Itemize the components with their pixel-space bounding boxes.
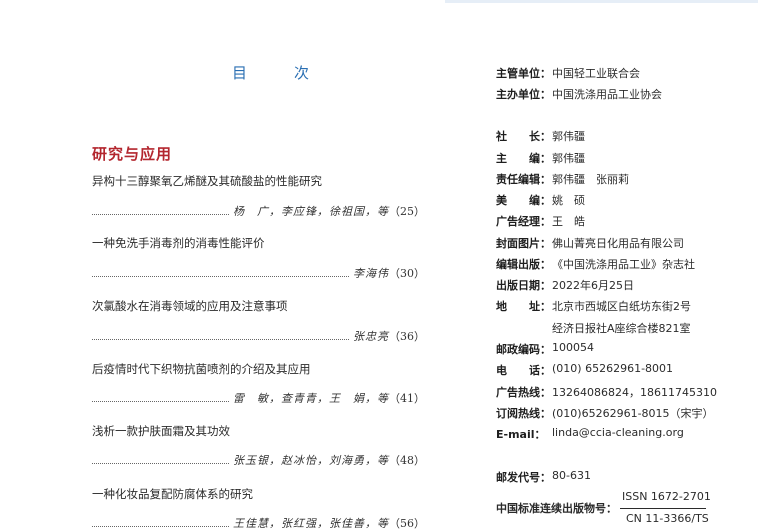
entry-authors: 杨 广，李应锋，徐祖国，等 <box>233 205 389 218</box>
entry-author-line: 雷 敏，查青青，王 娟，等 （41） <box>92 390 425 406</box>
leader-dots <box>92 462 229 464</box>
toc-entry[interactable]: 异构十三醇聚氧乙烯醚及其硫酸盐的性能研究 杨 广，李应锋，徐祖国，等 （25） <box>92 173 425 218</box>
entry-title: 浅析一款护肤面霜及其功效 <box>92 424 230 438</box>
info-label: 主办单位： <box>496 88 551 101</box>
email-link[interactable]: linda@ccia-cleaning.org <box>552 426 684 439</box>
info-label: 邮政编码： <box>496 343 551 356</box>
section-title: 研究与应用 <box>92 145 173 163</box>
info-label: 出版日期： <box>496 279 551 292</box>
info-value: (010) 65262961-8001 <box>552 362 674 375</box>
entry-authors: 雷 敏，查青青，王 娟，等 <box>233 392 389 405</box>
info-label: 电 话： <box>496 364 551 377</box>
info-value: (010)65262961-8015（宋宇） <box>552 407 714 420</box>
leader-dots <box>92 338 349 340</box>
entry-author-line: 张玉银，赵冰怡，刘海勇，等 （48） <box>92 452 425 468</box>
entry-page: （25） <box>389 205 425 218</box>
entry-page: （56） <box>389 517 425 530</box>
info-label: 主 编： <box>496 152 551 165</box>
info-label: E-mail： <box>496 428 546 441</box>
entry-author-line: 李海伟 （30） <box>92 265 425 281</box>
info-label: 主管单位： <box>496 67 551 80</box>
info-label: 广告经理： <box>496 215 551 228</box>
entry-authors: 李海伟 <box>353 267 389 280</box>
entry-authors: 张忠亮 <box>353 330 389 343</box>
entry-title: 后疫情时代下织物抗菌喷剂的介绍及其应用 <box>92 362 311 376</box>
entry-authors: 张玉银，赵冰怡，刘海勇，等 <box>233 454 389 467</box>
info-value: 2022年6月25日 <box>552 279 634 292</box>
info-value: 80-631 <box>552 469 591 482</box>
entry-title: 一种化妆品复配防腐体系的研究 <box>92 487 253 501</box>
leader-dots <box>92 275 349 277</box>
info-value: 经济日报社A座综合楼821室 <box>552 322 691 335</box>
info-value: 中国洗涤用品工业协会 <box>552 88 662 101</box>
info-value: 中国轻工业联合会 <box>552 67 640 80</box>
leader-dots <box>92 213 229 215</box>
info-value: 姚 硕 <box>552 194 585 207</box>
entry-page: （41） <box>389 392 425 405</box>
info-value: 北京市西城区白纸坊东街2号 <box>552 300 691 313</box>
info-value: 郭伟疆 <box>552 130 585 143</box>
info-value: 佛山菁亮日化用品有限公司 <box>552 237 684 250</box>
entry-title: 异构十三醇聚氧乙烯醚及其硫酸盐的性能研究 <box>92 174 322 188</box>
info-label: 编辑出版： <box>496 258 551 271</box>
info-value: 郭伟疆 <box>552 152 585 165</box>
info-label: 订阅热线： <box>496 407 551 420</box>
info-value: 100054 <box>552 341 594 354</box>
toc-entry[interactable]: 一种化妆品复配防腐体系的研究 王佳慧，张红强，张佳善，等 （56） <box>92 486 425 530</box>
toc-title: 目 次 <box>232 64 326 82</box>
toc-entry[interactable]: 后疫情时代下织物抗菌喷剂的介绍及其应用 雷 敏，查青青，王 娟，等 （41） <box>92 361 425 405</box>
cn-number: CN 11-3366/TS <box>626 512 709 525</box>
entry-author-line: 王佳慧，张红强，张佳善，等 （56） <box>92 515 425 531</box>
entry-author-line: 张忠亮 （36） <box>92 328 425 344</box>
info-label: 邮发代号： <box>496 471 551 484</box>
info-label: 责任编辑： <box>496 173 551 186</box>
entry-title: 一种免洗手消毒剂的消毒性能评价 <box>92 236 265 250</box>
info-label: 社 长： <box>496 130 551 143</box>
leader-dots <box>92 525 229 527</box>
issn-number: ISSN 1672-2701 <box>622 490 711 503</box>
entry-page: （30） <box>389 267 425 280</box>
info-value: 王 皓 <box>552 215 585 228</box>
entry-page: （36） <box>389 330 425 343</box>
issn-label: 中国标准连续出版物号： <box>496 502 617 515</box>
entry-author-line: 杨 广，李应锋，徐祖国，等 （25） <box>92 203 425 219</box>
info-value: 郭伟疆 张丽莉 <box>552 173 629 186</box>
entry-page: （48） <box>389 454 425 467</box>
info-value: 《中国洗涤用品工业》杂志社 <box>552 258 695 271</box>
info-label: 封面图片： <box>496 237 551 250</box>
entry-title: 次氯酸水在消毒领域的应用及注意事项 <box>92 299 288 313</box>
issn-divider <box>620 508 706 509</box>
top-accent-bar <box>445 0 758 3</box>
toc-entry[interactable]: 一种免洗手消毒剂的消毒性能评价 李海伟 （30） <box>92 235 425 280</box>
info-value: 13264086824，18611745310 <box>552 386 717 399</box>
info-label: 地 址： <box>496 300 551 313</box>
issn-block: 中国标准连续出版物号： ISSN 1672-2701 CN 11-3366/TS <box>496 488 756 525</box>
leader-dots <box>92 400 229 402</box>
toc-entry[interactable]: 次氯酸水在消毒领域的应用及注意事项 张忠亮 （36） <box>92 298 425 343</box>
info-label: 广告热线： <box>496 386 551 399</box>
entry-authors: 王佳慧，张红强，张佳善，等 <box>233 517 389 530</box>
toc-entry[interactable]: 浅析一款护肤面霜及其功效 张玉银，赵冰怡，刘海勇，等 （48） <box>92 423 425 467</box>
info-label: 美 编： <box>496 194 551 207</box>
